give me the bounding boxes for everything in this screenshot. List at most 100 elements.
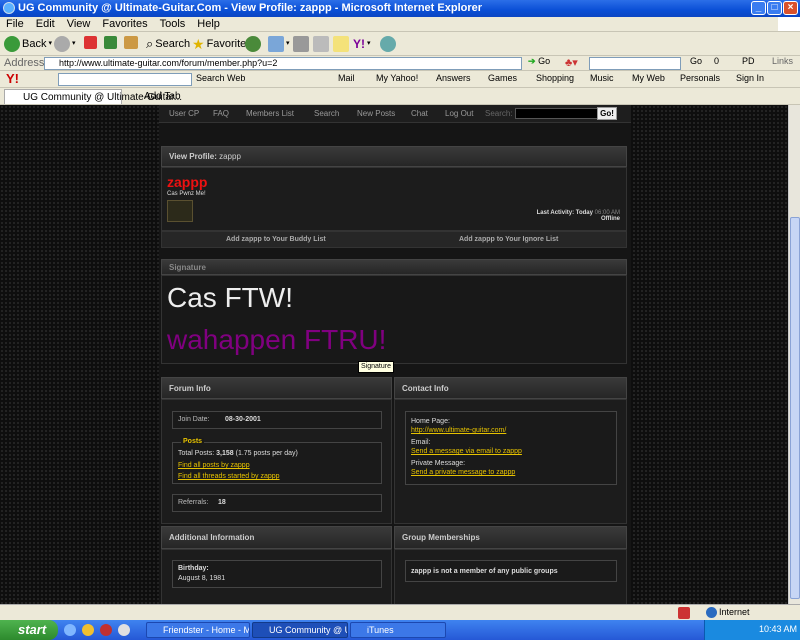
find-threads-link[interactable]: Find all threads started by zappp <box>178 473 280 480</box>
home-button[interactable] <box>124 36 138 49</box>
add-ignore-link[interactable]: Add zappp to Your Ignore List <box>459 236 558 243</box>
quicklaunch-app-icon-2[interactable] <box>118 624 130 636</box>
zone-label: Internet <box>719 607 750 617</box>
magnifier-icon: ⌕ <box>146 36 154 51</box>
messenger-button[interactable] <box>380 36 396 52</box>
address-label: Address <box>4 57 45 69</box>
nav-members-list[interactable]: Members List <box>246 105 294 123</box>
system-tray: 10:43 AM <box>704 620 800 640</box>
search-button[interactable]: ⌕ Search <box>146 36 190 52</box>
address-input[interactable]: http://www.ultimate-guitar.com/forum/mem… <box>44 57 522 70</box>
answers-button[interactable]: Answers <box>436 73 471 83</box>
avatar <box>167 200 193 222</box>
sign-in-button[interactable]: Sign In <box>736 73 764 83</box>
menu-bar: File Edit View Favorites Tools Help <box>0 17 800 32</box>
clock: 10:43 AM <box>759 624 798 634</box>
back-button[interactable]: Back ▾ <box>4 36 52 52</box>
menu-help[interactable]: Help <box>191 18 226 30</box>
nav-new-posts[interactable]: New Posts <box>357 105 395 123</box>
nav-search[interactable]: Search <box>314 105 339 123</box>
address-bar: Address http://www.ultimate-guitar.com/f… <box>0 56 800 71</box>
groups-box: zappp is not a member of any public grou… <box>405 560 617 582</box>
add-buddy-link[interactable]: Add zappp to Your Buddy List <box>226 236 326 243</box>
send-email-link[interactable]: Send a message via email to zappp <box>411 448 522 455</box>
referrals-count: 18 <box>218 499 226 506</box>
personals-button[interactable]: Personals <box>680 73 720 83</box>
favorites-button[interactable]: ★ Favorites <box>192 36 252 52</box>
search-web-button[interactable]: Search Web <box>196 73 245 83</box>
music-button[interactable]: Music <box>590 73 614 83</box>
forum-content: User CP FAQ Members List Search New Post… <box>159 105 631 618</box>
nav-search-label: Search: <box>485 109 513 118</box>
edit-button[interactable] <box>313 36 329 52</box>
yahoo-toolbar-button[interactable]: Y! ▾ <box>353 36 371 52</box>
start-button[interactable]: start <box>0 620 58 640</box>
yahoo-search-input[interactable] <box>58 73 192 86</box>
taskbar-item-ug[interactable]: UG Community @ Ulti... <box>252 622 348 638</box>
nav-user-cp[interactable]: User CP <box>169 105 199 123</box>
stop-button[interactable] <box>84 36 97 49</box>
menu-favorites[interactable]: Favorites <box>96 18 153 30</box>
yahoo-mail-button[interactable]: Mail <box>338 73 355 83</box>
signature-header: Signature <box>161 259 627 275</box>
my-web-button[interactable]: My Web <box>632 73 665 83</box>
menu-view[interactable]: View <box>61 18 97 30</box>
toolbar-search-input[interactable] <box>589 57 681 70</box>
minimize-button[interactable]: _ <box>751 1 766 15</box>
nav-log-out[interactable]: Log Out <box>445 105 473 123</box>
signature-line-1: Cas FTW! <box>167 282 293 313</box>
forum-nav: User CP FAQ Members List Search New Post… <box>159 105 631 123</box>
mail-button[interactable]: ▾ <box>268 36 290 52</box>
last-activity: Last Activity: Today 06:00 AM Offline <box>536 210 620 222</box>
nav-chat[interactable]: Chat <box>411 105 428 123</box>
vertical-scrollbar[interactable] <box>788 105 800 618</box>
profile-user-title: Cas Pwnz Me! <box>167 191 206 197</box>
taskbar-item-itunes[interactable]: iTunes <box>350 622 446 638</box>
toolbar-logo-icon: ♣▾ <box>565 57 578 69</box>
history-icon <box>245 36 261 52</box>
contact-info-body: Home Page: http://www.ultimate-guitar.co… <box>394 399 627 524</box>
quicklaunch-messenger-icon[interactable] <box>82 624 94 636</box>
history-button[interactable] <box>245 36 261 52</box>
nav-search-input[interactable] <box>515 108 599 119</box>
star-icon: ★ <box>192 36 205 52</box>
print-button[interactable] <box>293 36 309 52</box>
signature-line-2: wahappen FTRU! <box>167 324 387 355</box>
add-tab-button[interactable]: Add Tab <box>126 89 181 104</box>
refresh-button[interactable] <box>104 36 117 49</box>
forward-arrow-icon <box>54 36 70 52</box>
taskbar-item-friendster[interactable]: Friendster - Home - M... <box>146 622 250 638</box>
home-page-link[interactable]: http://www.ultimate-guitar.com/ <box>411 427 506 434</box>
find-posts-link[interactable]: Find all posts by zappp <box>178 462 250 469</box>
nav-go-button[interactable]: Go! <box>597 107 617 120</box>
profile-actions: Add zappp to Your Buddy List Add zappp t… <box>161 231 627 248</box>
additional-info-header: Additional Information <box>161 526 392 549</box>
tab-active[interactable]: UG Community @ Ultimate-Guitar... <box>4 89 182 104</box>
profile-header: View Profile: zappp <box>161 146 627 167</box>
popup-blocker-icon[interactable] <box>678 607 690 619</box>
ie-icon <box>3 2 15 14</box>
maximize-button[interactable]: □ <box>767 1 782 15</box>
yahoo-y-icon[interactable]: Y! <box>6 71 19 86</box>
tab-bar: UG Community @ Ultimate-Guitar... Add Ta… <box>0 88 800 105</box>
forward-button[interactable]: ▾ <box>54 36 76 52</box>
my-yahoo-button[interactable]: My Yahoo! <box>376 73 418 83</box>
join-date-box: Join Date: 08-30-2001 <box>172 411 382 429</box>
quicklaunch-app-icon[interactable] <box>100 624 112 636</box>
pd-button[interactable]: PD <box>742 56 755 66</box>
close-button[interactable]: × <box>783 1 798 15</box>
links-label[interactable]: Links <box>772 56 793 66</box>
signature-body: Cas FTW! wahappen FTRU! <box>161 275 627 364</box>
menu-tools[interactable]: Tools <box>154 18 192 30</box>
discuss-button[interactable] <box>333 36 349 52</box>
toolbar-go-button[interactable]: Go <box>690 56 702 66</box>
menu-file[interactable]: File <box>0 18 30 30</box>
go-button[interactable]: ➔ Go <box>528 56 550 67</box>
games-button[interactable]: Games <box>488 73 517 83</box>
shopping-button[interactable]: Shopping <box>536 73 574 83</box>
menu-edit[interactable]: Edit <box>30 18 61 30</box>
send-pm-link[interactable]: Send a private message to zappp <box>411 469 515 476</box>
quicklaunch-ie-icon[interactable] <box>64 624 76 636</box>
nav-faq[interactable]: FAQ <box>213 105 229 123</box>
scrollbar-thumb[interactable] <box>790 217 800 599</box>
